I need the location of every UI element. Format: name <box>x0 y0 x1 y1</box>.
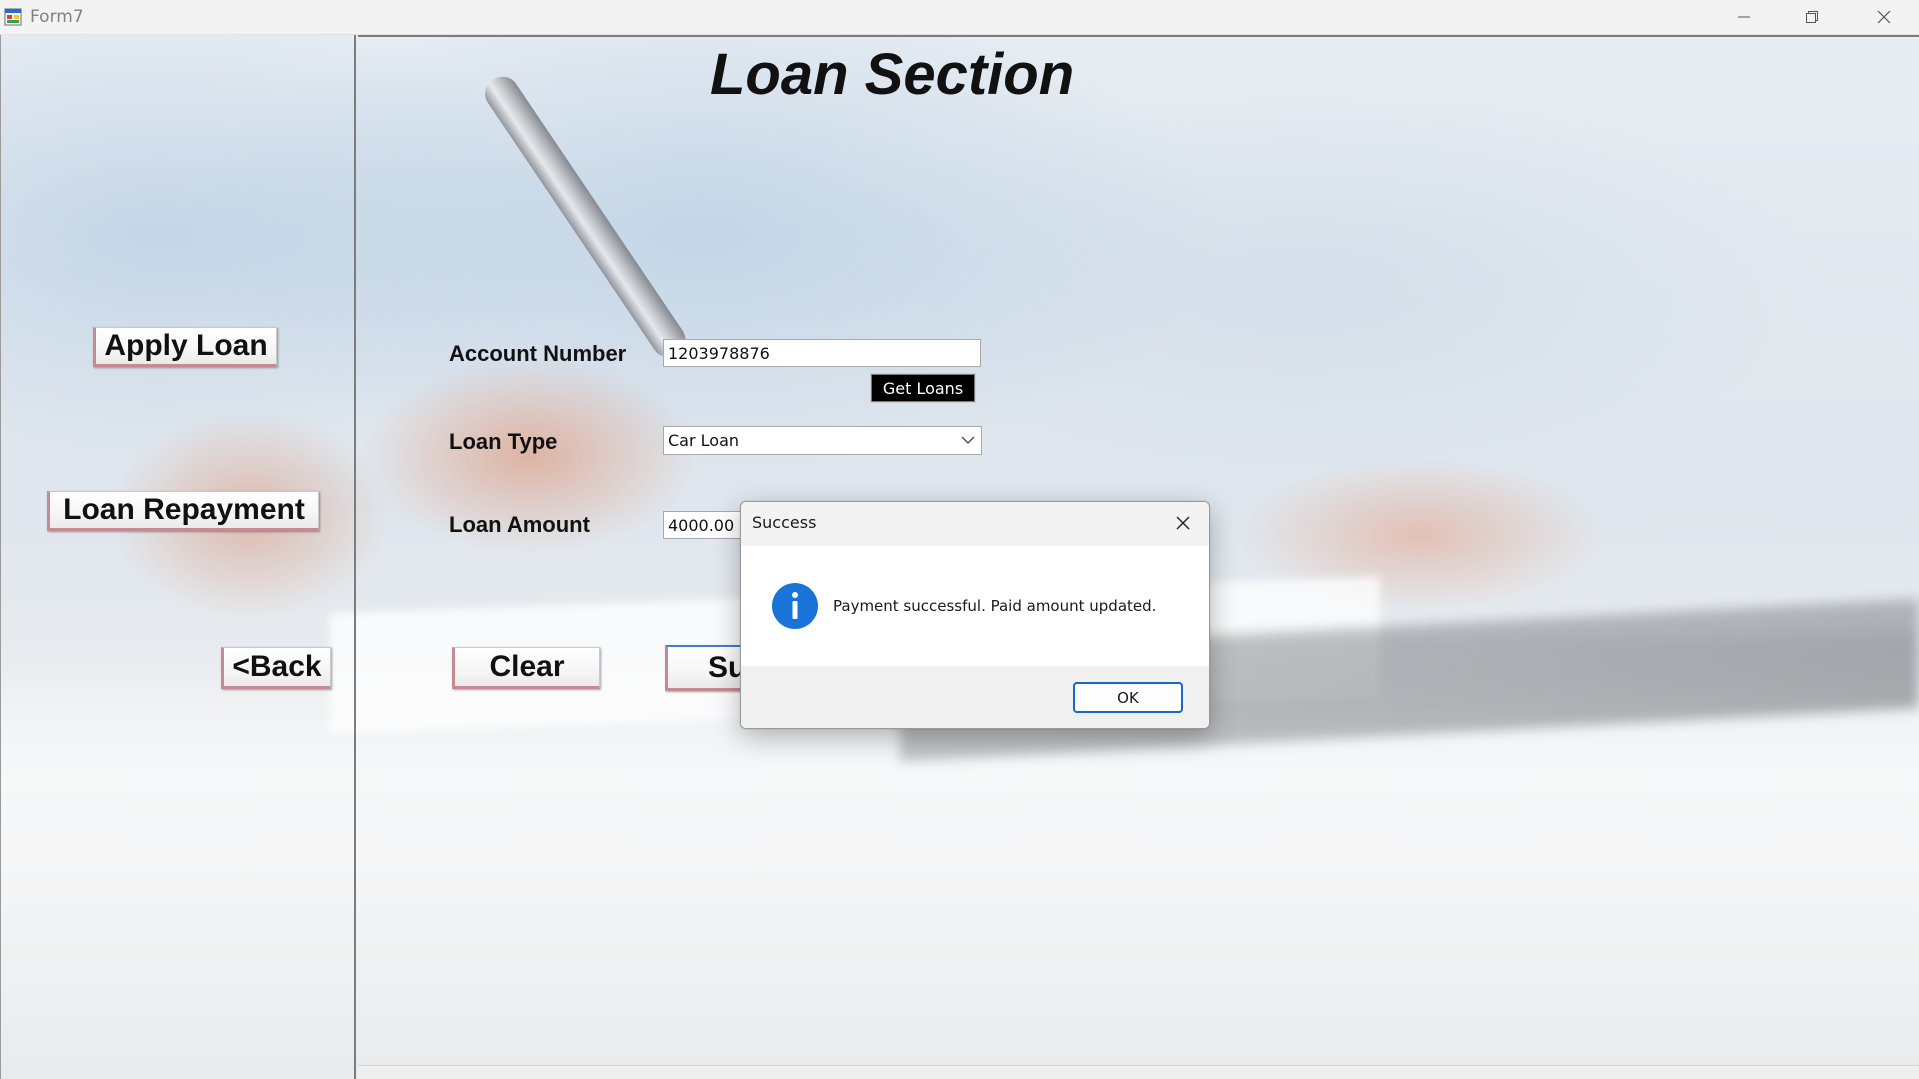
close-icon <box>1176 516 1190 530</box>
apply-loan-button[interactable]: Apply Loan <box>93 327 277 367</box>
account-number-label: Account Number <box>449 341 627 366</box>
loan-amount-label: Loan Amount <box>449 512 590 537</box>
close-button[interactable] <box>1850 0 1918 34</box>
client-area: Apply Loan Loan Repayment <Back Loan Sec… <box>0 35 1919 1079</box>
clear-button[interactable]: Clear <box>452 647 600 689</box>
get-loans-button[interactable]: Get Loans <box>870 373 976 403</box>
restore-icon <box>1806 11 1818 23</box>
dialog-message: Payment successful. Paid amount updated. <box>833 597 1157 615</box>
dialog-close-button[interactable] <box>1165 506 1201 540</box>
loan-type-select[interactable]: Car Loan <box>663 426 982 455</box>
loan-type-value: Car Loan <box>668 431 740 450</box>
chevron-down-icon[interactable] <box>961 435 975 445</box>
ok-button[interactable]: OK <box>1073 682 1183 713</box>
window-title: Form7 <box>30 7 84 27</box>
form-app-icon <box>4 8 22 26</box>
minimize-icon <box>1738 16 1750 18</box>
title-bar[interactable]: Form7 <box>0 0 1919 35</box>
left-panel: Apply Loan Loan Repayment <Back <box>0 35 356 1079</box>
back-button[interactable]: <Back <box>221 647 331 689</box>
success-dialog: Success Payment successful. Paid amount … <box>740 501 1210 729</box>
close-icon <box>1877 10 1891 24</box>
dialog-body: Payment successful. Paid amount updated. <box>741 546 1209 666</box>
info-icon <box>772 583 818 629</box>
loan-amount-field[interactable]: 4000.00 <box>663 511 743 539</box>
dialog-title: Success <box>752 513 817 532</box>
account-number-field[interactable]: 1203978876 <box>663 339 981 367</box>
loan-type-label: Loan Type <box>449 429 558 454</box>
restore-button[interactable] <box>1778 0 1846 34</box>
dialog-title-bar[interactable]: Success <box>741 502 1209 546</box>
dialog-footer: OK <box>741 666 1209 728</box>
app-window: Form7 Apply Loan Loan Repayment <Back Lo… <box>0 0 1919 1079</box>
horizontal-scrollbar[interactable] <box>358 1065 1919 1079</box>
loan-repayment-button[interactable]: Loan Repayment <box>47 491 319 531</box>
minimize-button[interactable] <box>1710 0 1778 34</box>
page-title: Loan Section <box>710 42 1075 107</box>
